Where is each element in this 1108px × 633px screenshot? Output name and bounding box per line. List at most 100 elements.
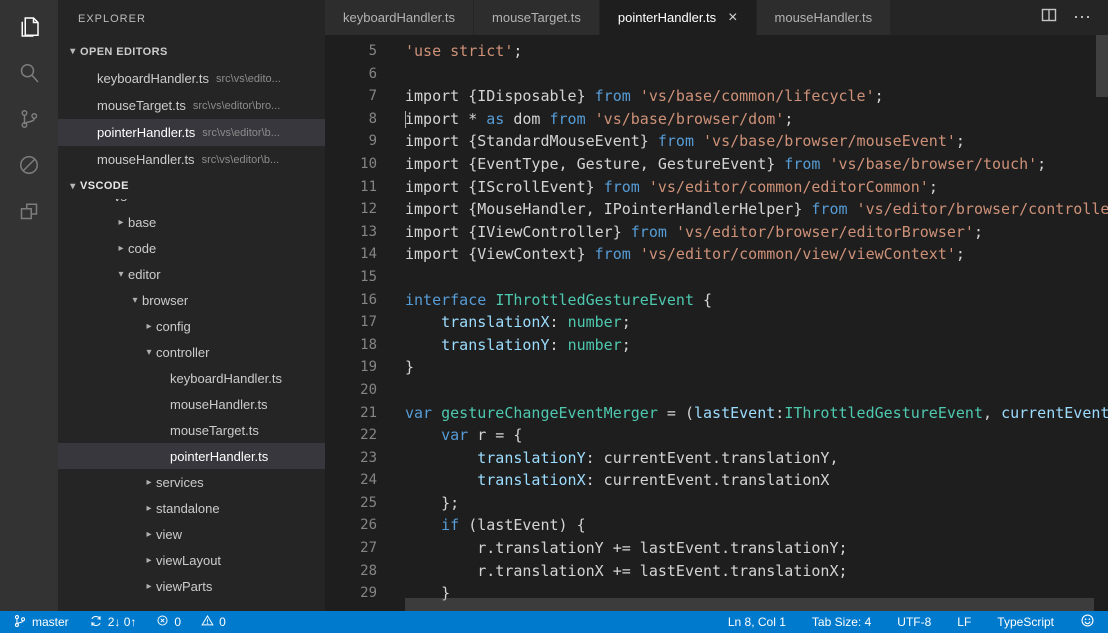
tree-folder-browser[interactable]: ▾browser (58, 287, 325, 313)
warning-indicator[interactable]: 0 (198, 611, 229, 633)
line-number[interactable]: 26 (325, 514, 377, 537)
tree-folder-standalone[interactable]: ▸standalone (58, 495, 325, 521)
tree-folder-editor[interactable]: ▾editor (58, 261, 325, 287)
code-line[interactable]: 7import {IDisposable} from 'vs/base/comm… (325, 85, 1108, 108)
chevron-right-icon[interactable]: ▸ (142, 581, 156, 592)
split-editor-icon[interactable] (1041, 7, 1057, 28)
line-number[interactable]: 22 (325, 424, 377, 447)
line-number[interactable]: 16 (325, 289, 377, 312)
line-number[interactable]: 8 (325, 108, 377, 131)
line-number[interactable]: 14 (325, 243, 377, 266)
code-line[interactable]: 17 translationX: number; (325, 311, 1108, 334)
open-editors-header[interactable]: ▾ OPEN EDITORS (58, 38, 325, 65)
line-number[interactable]: 23 (325, 447, 377, 470)
extensions-activity-button[interactable] (4, 190, 54, 236)
source-control-activity-button[interactable] (4, 98, 54, 144)
line-number[interactable]: 17 (325, 311, 377, 334)
code-editor[interactable]: 5'use strict';67import {IDisposable} fro… (325, 35, 1108, 611)
line-number[interactable]: 15 (325, 266, 377, 289)
line-number[interactable]: 28 (325, 560, 377, 583)
line-number[interactable]: 25 (325, 492, 377, 515)
line-number[interactable]: 11 (325, 176, 377, 199)
chevron-right-icon[interactable]: ▸ (142, 529, 156, 540)
line-number[interactable]: 9 (325, 130, 377, 153)
chevron-right-icon[interactable]: ▸ (142, 555, 156, 566)
tree-folder-viewLayout[interactable]: ▸viewLayout (58, 547, 325, 573)
tab-mouseHandler-ts[interactable]: mouseHandler.ts (757, 0, 892, 35)
chevron-right-icon[interactable]: ▸ (114, 217, 128, 228)
code-line[interactable]: 19} (325, 356, 1108, 379)
line-number[interactable]: 20 (325, 379, 377, 402)
line-number[interactable]: 6 (325, 63, 377, 86)
branch-indicator[interactable]: master (10, 611, 72, 633)
code-line[interactable]: 8import * as dom from 'vs/base/browser/d… (325, 108, 1108, 131)
code-line[interactable]: 24 translationX: currentEvent.translatio… (325, 469, 1108, 492)
code-line[interactable]: 20 (325, 379, 1108, 402)
chevron-right-icon[interactable]: ▸ (142, 321, 156, 332)
code-line[interactable]: 5'use strict'; (325, 40, 1108, 63)
tree-file-mouseHandler-ts[interactable]: mouseHandler.ts (58, 391, 325, 417)
horizontal-scrollbar[interactable] (405, 598, 1094, 611)
chevron-right-icon[interactable]: ▸ (142, 503, 156, 514)
tab-mouseTarget-ts[interactable]: mouseTarget.ts (474, 0, 600, 35)
code-line[interactable]: 23 translationY: currentEvent.translatio… (325, 447, 1108, 470)
line-number[interactable]: 27 (325, 537, 377, 560)
cursor-position[interactable]: Ln 8, Col 1 (725, 615, 789, 629)
code-line[interactable]: 14import {ViewContext} from 'vs/editor/c… (325, 243, 1108, 266)
code-line[interactable]: 26 if (lastEvent) { (325, 514, 1108, 537)
code-line[interactable]: 21var gestureChangeEventMerger = (lastEv… (325, 402, 1108, 425)
sync-indicator[interactable]: 2↓ 0↑ (86, 611, 140, 633)
language-mode[interactable]: TypeScript (994, 615, 1057, 629)
tree-file-pointerHandler-ts[interactable]: pointerHandler.ts (58, 443, 325, 469)
code-line[interactable]: 6 (325, 63, 1108, 86)
line-number[interactable]: 24 (325, 469, 377, 492)
eol-setting[interactable]: LF (954, 615, 974, 629)
vertical-scrollbar[interactable] (1096, 35, 1108, 97)
explorer-activity-button[interactable] (4, 6, 54, 52)
code-line[interactable]: 15 (325, 266, 1108, 289)
chevron-down-icon[interactable]: ▾ (128, 295, 142, 306)
chevron-down-icon[interactable]: ▾ (142, 347, 156, 358)
tab-keyboardHandler-ts[interactable]: keyboardHandler.ts (325, 0, 474, 35)
code-line[interactable]: 18 translationY: number; (325, 334, 1108, 357)
tab-pointerHandler-ts[interactable]: pointerHandler.ts× (600, 0, 757, 35)
line-number[interactable]: 12 (325, 198, 377, 221)
debug-activity-button[interactable] (4, 144, 54, 190)
tree-folder-base[interactable]: ▸base (58, 209, 325, 235)
line-number[interactable]: 21 (325, 402, 377, 425)
line-number[interactable]: 7 (325, 85, 377, 108)
line-number[interactable]: 18 (325, 334, 377, 357)
folder-section-header[interactable]: ▾ VSCODE (58, 173, 325, 199)
close-icon[interactable]: × (728, 10, 737, 26)
feedback-button[interactable] (1077, 613, 1098, 631)
error-indicator[interactable]: 0 (153, 611, 184, 633)
code-line[interactable]: 12import {MouseHandler, IPointerHandlerH… (325, 198, 1108, 221)
encoding-setting[interactable]: UTF-8 (894, 615, 934, 629)
line-number[interactable]: 5 (325, 40, 377, 63)
tree-folder-services[interactable]: ▸services (58, 469, 325, 495)
indentation-setting[interactable]: Tab Size: 4 (809, 615, 874, 629)
code-line[interactable]: 11import {IScrollEvent} from 'vs/editor/… (325, 176, 1108, 199)
open-editor-item[interactable]: mouseHandler.tssrc\vs\editor\b... (58, 146, 325, 173)
open-editor-item[interactable]: pointerHandler.tssrc\vs\editor\b... (58, 119, 325, 146)
open-editor-item[interactable]: mouseTarget.tssrc\vs\editor\bro... (58, 92, 325, 119)
tree-folder-viewParts[interactable]: ▸viewParts (58, 573, 325, 599)
tree-folder-code[interactable]: ▸code (58, 235, 325, 261)
tree-folder-config[interactable]: ▸config (58, 313, 325, 339)
code-line[interactable]: 27 r.translationY += lastEvent.translati… (325, 537, 1108, 560)
code-line[interactable]: 9import {StandardMouseEvent} from 'vs/ba… (325, 130, 1108, 153)
line-number[interactable]: 13 (325, 221, 377, 244)
code-line[interactable]: 25 }; (325, 492, 1108, 515)
line-number[interactable]: 29 (325, 582, 377, 605)
line-number[interactable]: 19 (325, 356, 377, 379)
chevron-right-icon[interactable]: ▸ (142, 477, 156, 488)
tree-file-keyboardHandler-ts[interactable]: keyboardHandler.ts (58, 365, 325, 391)
code-line[interactable]: 28 r.translationX += lastEvent.translati… (325, 560, 1108, 583)
line-number[interactable]: 10 (325, 153, 377, 176)
more-actions-icon[interactable]: ⋯ (1073, 7, 1092, 28)
code-line[interactable]: 22 var r = { (325, 424, 1108, 447)
chevron-right-icon[interactable]: ▸ (114, 243, 128, 254)
chevron-down-icon[interactable]: ▾ (114, 269, 128, 280)
tree-file-mouseTarget-ts[interactable]: mouseTarget.ts (58, 417, 325, 443)
tree-folder-view[interactable]: ▸view (58, 521, 325, 547)
